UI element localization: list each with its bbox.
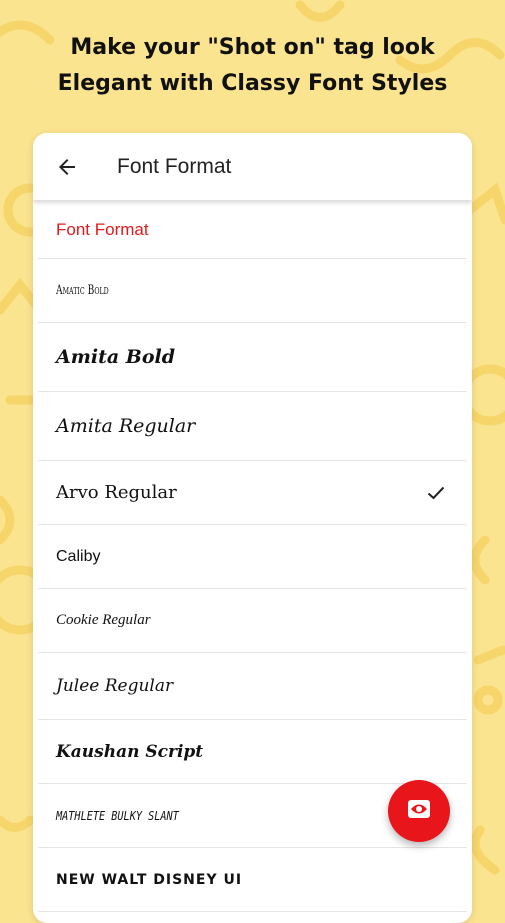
headline-line-1: Make your "Shot on" tag look [70,35,435,60]
font-item-label: Amita Regular [56,415,196,437]
font-item-julee-regular[interactable]: Julee Regular [38,653,467,720]
font-item-label: Caliby [56,547,101,565]
font-item-label: Kaushan Script [56,741,204,762]
checkmark-icon [427,486,445,500]
font-item-label: Amita Bold [56,346,176,368]
font-item-label: Mathlete Bulky Slant [56,808,179,823]
promo-headline: Make your "Shot on" tag look Elegant wit… [0,30,505,102]
app-bar: Font Format [33,133,472,200]
preview-fab-button[interactable] [388,780,450,842]
font-item-label: Arvo Regular [56,482,177,503]
font-item-label: Julee Regular [56,676,174,696]
font-item-amita-regular[interactable]: Amita Regular [38,392,467,461]
font-item-arvo-regular[interactable]: Arvo Regular [38,461,467,525]
font-item-label: New Walt Disney UI [56,871,243,888]
eye-icon [406,796,432,827]
arrow-left-icon[interactable] [55,155,79,179]
font-item-label: Cookie Regular [56,612,151,628]
font-item-kaushan-script[interactable]: Kaushan Script [38,720,467,784]
section-header: Font Format [38,202,467,259]
font-item-cookie-regular[interactable]: Cookie Regular [38,589,467,653]
headline-line-2: Elegant with Classy Font Styles [57,71,448,96]
font-item-amatic-bold[interactable]: Amatic Bold [38,259,467,323]
font-item-amita-bold[interactable]: Amita Bold [38,323,467,392]
page-title: Font Format [117,155,232,178]
font-item-new-walt-disney-ui[interactable]: New Walt Disney UI [38,848,467,912]
font-item-caliby[interactable]: Caliby [38,525,467,589]
font-item-label: Amatic Bold [56,283,109,298]
